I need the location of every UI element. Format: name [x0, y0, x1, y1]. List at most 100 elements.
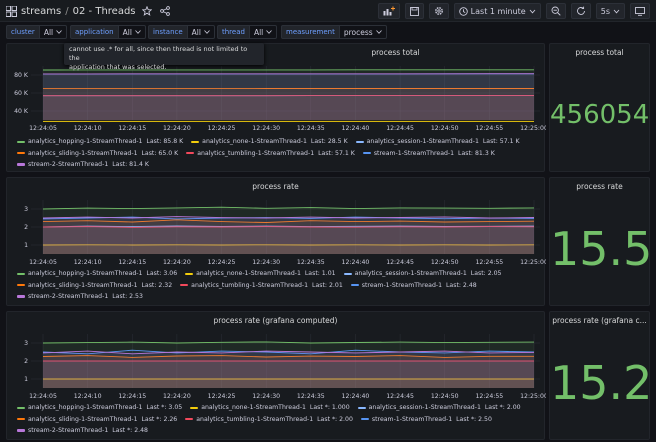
- variable-cluster-label: cluster: [6, 25, 40, 39]
- legend-stat: Last: 3.06: [142, 270, 178, 278]
- stat-panel-process-rate-grafana-computed[interactable]: process rate (grafana c... 15.2: [549, 311, 653, 440]
- legend-series-name: stream-2-StreamThread-1: [28, 292, 109, 300]
- process-rate-timeseries-chart[interactable]: 3 2 1 12:24:05 12:24:10 12:24:15 12:24:20 12:24…: [7, 196, 546, 268]
- legend-series-name: stream-1-StreamThread-1: [371, 415, 453, 423]
- legend-item[interactable]: analytics_sliding-1-StreamThread-1 Last …: [17, 414, 177, 425]
- legend-item[interactable]: analytics_sliding-1-StreamThread-1 Last:…: [17, 148, 178, 159]
- variable-measurement-value: process: [343, 27, 373, 37]
- add-panel-button[interactable]: [377, 3, 400, 19]
- legend-swatch: [17, 272, 25, 275]
- legend-item[interactable]: stream-2-StreamThread-1 Last: 81.4 K: [17, 159, 149, 170]
- x-tick-label: 12:25:00: [520, 259, 546, 266]
- legend-item[interactable]: stream-2-StreamThread-1 Last *: 2.48: [17, 425, 148, 436]
- y-tick-label: 1: [24, 376, 28, 383]
- y-tick-label: 1: [24, 242, 28, 249]
- legend-series-name: analytics_sliding-1-StreamThread-1: [28, 281, 138, 289]
- legend-item[interactable]: analytics_sliding-1-StreamThread-1 Last:…: [17, 280, 172, 291]
- save-dashboard-button[interactable]: [404, 3, 424, 19]
- variable-cluster-select[interactable]: All: [39, 25, 68, 39]
- panel-process-rate-grafana-computed[interactable]: process rate (grafana computed) 3 2 1 12:24…: [6, 311, 546, 440]
- x-tick-label: 12:24:30: [252, 393, 280, 400]
- tooltip-line-1: cannot use .* for all, since then thread…: [69, 45, 248, 62]
- legend-item[interactable]: stream-1-StreamThread-1 Last *: 2.50: [360, 414, 492, 425]
- legend-item[interactable]: analytics_hopping-1-StreamThread-1 Last:…: [17, 136, 183, 147]
- x-tick-label: 12:24:25: [208, 393, 236, 400]
- legend-item[interactable]: stream-2-StreamThread-1 Last: 2.53: [17, 291, 143, 302]
- variable-application-select[interactable]: All: [118, 25, 146, 39]
- x-tick-label: 12:24:15: [118, 125, 146, 132]
- y-tick-label: 2: [24, 358, 28, 365]
- legend-item[interactable]: stream-1-StreamThread-1 Last: 81.3 K: [362, 148, 495, 159]
- refresh-interval-picker[interactable]: 5s: [595, 3, 625, 19]
- legend-stat: Last: 65.0 K: [137, 149, 179, 157]
- process-total-timeseries-chart[interactable]: 80 K 60 K 40 K 12:24:05 12:24:10 12:24:15 12:2…: [7, 62, 546, 134]
- legend-swatch: [186, 151, 195, 155]
- x-tick-label: 12:25:00: [520, 393, 546, 400]
- legend-item[interactable]: analytics_session-1-StreamThread-1 Last:…: [343, 268, 501, 279]
- legend-series-name: analytics_none-1-StreamThread-1: [196, 270, 301, 278]
- y-tick-label: 3: [24, 340, 28, 347]
- x-tick-label: 12:24:50: [431, 393, 459, 400]
- x-tick-label: 12:24:50: [431, 125, 459, 132]
- legend-swatch: [185, 417, 194, 421]
- legend-stat: Last *: 1.000: [305, 404, 350, 412]
- dashboard-settings-button[interactable]: [428, 3, 449, 19]
- legend-item[interactable]: analytics_tumbling-1-StreamThread-1 Last…: [186, 148, 355, 159]
- legend-swatch: [17, 151, 25, 155]
- legend-item[interactable]: analytics_none-1-StreamThread-1 Last: 28…: [191, 136, 348, 147]
- legend-item[interactable]: analytics_tumbling-1-StreamThread-1 Last…: [180, 280, 343, 291]
- time-range-picker[interactable]: Last 1 minute: [453, 3, 541, 19]
- refresh-icon: [576, 6, 585, 15]
- legend-item[interactable]: analytics_session-1-StreamThread-1 Last …: [357, 402, 521, 413]
- refresh-button[interactable]: [570, 3, 591, 19]
- top-navbar: streams / 02 - Threads Last 1 minute 5s: [0, 0, 656, 22]
- y-tick-label: 2: [24, 224, 28, 231]
- bar-chart-plus-icon: [383, 6, 395, 16]
- x-tick-label: 12:24:30: [252, 125, 280, 132]
- stat-panel-process-rate[interactable]: process rate 15.5: [549, 177, 653, 306]
- variable-instance-select[interactable]: All: [187, 25, 215, 39]
- legend-stat: Last: 2.53: [108, 292, 143, 300]
- panel-process-rate[interactable]: process rate 3 2 1 12:24:05 12:24:10 12:24:15…: [6, 177, 546, 306]
- process-rate-computed-timeseries-chart[interactable]: 3 2 1 12:24:05 12:24:10 12:24:15 12:24:20 12:24…: [7, 330, 546, 402]
- star-icon[interactable]: [140, 4, 154, 18]
- legend-item[interactable]: stream-1-StreamThread-1 Last: 2.48: [350, 280, 477, 291]
- tv-mode-button[interactable]: [630, 3, 650, 19]
- legend-stat: Last *: 2.48: [108, 426, 148, 434]
- legend-series-name: analytics_hopping-1-StreamThread-1: [28, 404, 143, 412]
- legend-series-name: stream-2-StreamThread-1: [28, 160, 109, 168]
- legend-item[interactable]: analytics_none-1-StreamThread-1 Last: 1.…: [185, 268, 336, 279]
- dashboard-title[interactable]: 02 - Threads: [73, 6, 136, 17]
- legend-series-name: analytics_tumbling-1-StreamThread-1: [196, 415, 314, 423]
- stat-value: 15.2: [550, 356, 653, 410]
- legend-stat: Last *: 2.50: [452, 415, 492, 423]
- variable-measurement-select[interactable]: process: [339, 25, 387, 39]
- x-tick-label: 12:24:30: [252, 259, 280, 266]
- x-tick-label: 12:24:55: [475, 393, 503, 400]
- legend-item[interactable]: analytics_session-1-StreamThread-1 Last:…: [355, 136, 520, 147]
- legend-swatch: [17, 406, 25, 409]
- stat-panel-process-total[interactable]: process total 456054: [549, 43, 650, 172]
- legend-swatch: [17, 295, 25, 298]
- legend-item[interactable]: analytics_hopping-1-StreamThread-1 Last …: [17, 402, 182, 413]
- zoom-out-button[interactable]: [545, 3, 566, 19]
- legend-stat: Last *: 3.05: [142, 404, 183, 412]
- variable-thread-select[interactable]: All: [249, 25, 278, 39]
- legend-stat: Last: 2.48: [442, 281, 477, 289]
- x-tick-label: 12:24:05: [29, 125, 57, 132]
- legend-stat: Last *: 2.00: [480, 404, 521, 412]
- stat-value: 15.5: [550, 222, 653, 276]
- chevron-down-icon: [529, 9, 536, 13]
- share-icon[interactable]: [158, 4, 172, 18]
- y-tick-label: 40 K: [14, 108, 29, 115]
- refresh-interval-label: 5s: [600, 6, 610, 16]
- legend-item[interactable]: analytics_none-1-StreamThread-1 Last *: …: [190, 402, 350, 413]
- legend-series-name: analytics_session-1-StreamThread-1: [366, 138, 479, 146]
- variable-application: application All: [70, 25, 146, 39]
- breadcrumb-folder-link[interactable]: streams: [21, 6, 61, 17]
- legend-item[interactable]: analytics_hopping-1-StreamThread-1 Last:…: [17, 268, 177, 279]
- x-tick-label: 12:24:45: [386, 125, 414, 132]
- x-tick-label: 12:24:45: [386, 393, 414, 400]
- x-tick-label: 12:24:35: [297, 125, 325, 132]
- legend-item[interactable]: analytics_tumbling-1-StreamThread-1 Last…: [185, 414, 353, 425]
